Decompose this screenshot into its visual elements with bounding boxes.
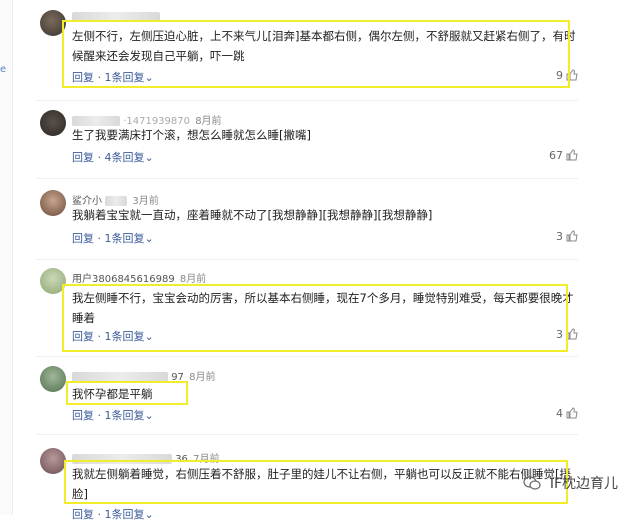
thumbs-up-icon — [566, 230, 578, 242]
like-count: 3 — [556, 230, 563, 243]
divider — [36, 178, 578, 179]
like-count: 4 — [556, 407, 563, 420]
edge-text: e — [0, 64, 7, 75]
comment-text: 我躺着宝宝就一直动，座着睡就不动了[我想静静][我想静静][我想静静] — [72, 208, 433, 222]
comment-actions: 回复 · 1条回复⌄ — [72, 508, 154, 521]
divider — [36, 100, 578, 101]
divider — [36, 259, 578, 260]
comment-actions: 回复 · 4条回复⌄ — [72, 151, 154, 164]
like-button[interactable]: 67 — [549, 149, 578, 162]
watermark: IF枕边育儿 — [523, 473, 618, 493]
chevron-down-icon[interactable]: ⌄ — [145, 409, 154, 422]
highlight-box — [62, 284, 568, 352]
comment-actions: 回复 · 1条回复⌄ — [72, 232, 154, 245]
chevron-down-icon[interactable]: ⌄ — [145, 151, 154, 164]
highlight-box — [66, 381, 188, 405]
highlight-box — [62, 20, 570, 88]
comment-time: 8月前 — [189, 372, 216, 383]
thumbs-up-icon — [566, 407, 578, 419]
avatar[interactable] — [40, 448, 66, 474]
left-page-edge: e — [0, 0, 13, 515]
comment-item: 鲨介小 3月前 我躺着宝宝就一直动，座着睡就不动了[我想静静][我想静静][我想… — [36, 190, 578, 256]
reply-button[interactable]: 回复 — [72, 409, 94, 422]
reply-count-link[interactable]: 4条回复 — [105, 151, 145, 164]
comment-text: 生了我要满床打个滚，想怎么睡就怎么睡[撇嘴] — [72, 128, 311, 142]
chevron-down-icon[interactable]: ⌄ — [145, 232, 154, 245]
reply-button[interactable]: 回复 — [72, 232, 94, 245]
divider — [36, 356, 578, 357]
wechat-icon — [523, 476, 541, 490]
like-button[interactable]: 3 — [556, 230, 578, 243]
reply-count-link[interactable]: 1条回复 — [105, 232, 145, 245]
comment-item: ·1471939870 8月前 生了我要满床打个滚，想怎么睡就怎么睡[撇嘴] 回… — [36, 110, 578, 176]
comment-meta: 用户3806845616989 8月前 — [72, 270, 206, 285]
avatar[interactable] — [40, 190, 66, 216]
like-count: 67 — [549, 149, 563, 162]
reply-count-link[interactable]: 1条回复 — [105, 409, 145, 422]
watermark-text: IF枕边育儿 — [549, 476, 618, 492]
reply-button[interactable]: 回复 — [72, 151, 94, 164]
thumbs-up-icon — [566, 149, 578, 161]
avatar[interactable] — [40, 110, 66, 136]
highlight-box — [64, 460, 568, 504]
divider — [36, 434, 578, 435]
comment-actions: 回复 · 1条回复⌄ — [72, 409, 154, 422]
avatar[interactable] — [40, 366, 66, 392]
like-button[interactable]: 4 — [556, 407, 578, 420]
